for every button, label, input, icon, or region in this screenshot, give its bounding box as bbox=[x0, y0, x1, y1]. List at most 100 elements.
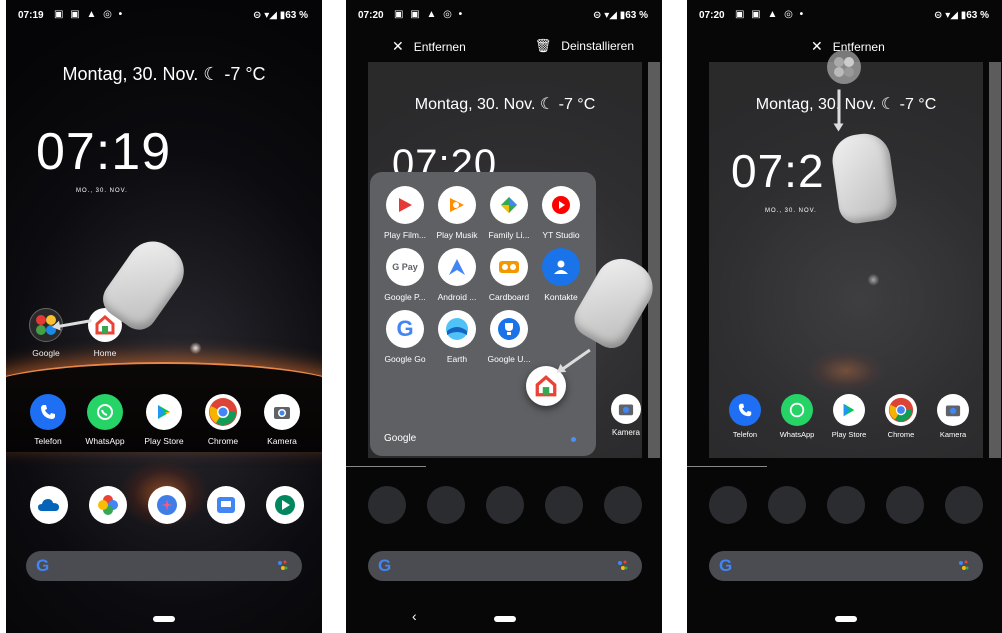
google-pay-icon: G Pay bbox=[386, 248, 424, 286]
google-g-icon: G bbox=[378, 556, 392, 575]
page-indicator-line bbox=[687, 466, 767, 467]
bixby-icon[interactable] bbox=[148, 486, 186, 524]
empty-dock-slot[interactable] bbox=[886, 486, 924, 524]
earth-icon bbox=[438, 310, 476, 348]
play-movies-icon bbox=[386, 186, 424, 224]
status-time: 07:20 bbox=[358, 10, 384, 21]
dock-app-play-store[interactable]: Play Store bbox=[134, 394, 194, 446]
status-bar: 07:19 ▣ ▣ ▲ ◎ • ⊝ ▾◢ ▮63 % bbox=[6, 0, 322, 30]
dock-app-chrome[interactable]: Chrome bbox=[193, 394, 253, 446]
clock-date: MO., 30. NOV. bbox=[765, 208, 817, 214]
dock-app-kamera[interactable]: Kamera bbox=[923, 394, 983, 439]
dock-app-telefon[interactable]: Telefon bbox=[715, 394, 775, 439]
cardboard-icon bbox=[490, 248, 528, 286]
app-label: Kamera bbox=[939, 430, 967, 439]
dock-app-telefon[interactable]: Telefon bbox=[18, 394, 78, 446]
google-photos-icon[interactable] bbox=[89, 486, 127, 524]
empty-dock-slot[interactable] bbox=[709, 486, 747, 524]
camera-icon bbox=[611, 394, 641, 424]
whatsapp-icon bbox=[781, 394, 813, 426]
empty-dock-slot[interactable] bbox=[486, 486, 524, 524]
dragged-folder-icon[interactable] bbox=[827, 50, 861, 84]
status-time: 07:20 bbox=[699, 10, 725, 21]
chrome-icon bbox=[885, 394, 917, 426]
app-label: Play Store bbox=[144, 436, 184, 446]
google-folder[interactable]: Google bbox=[15, 308, 77, 358]
next-page-edge bbox=[989, 62, 1001, 458]
app-label: Kamera bbox=[611, 428, 640, 437]
home-screen-panel-3: 07:20 ▣ ▣ ▲ ◎ • ⊝ ▾◢ ▮63 % ✕ Entfernen Mo… bbox=[687, 0, 1002, 633]
date-weather-widget: Montag, 30. Nov. ☾ -7 °C bbox=[414, 96, 596, 113]
google-g-icon: G bbox=[36, 556, 50, 575]
page-indicator-line bbox=[346, 466, 426, 467]
folder-label: Google bbox=[32, 348, 60, 358]
empty-dock-slot[interactable] bbox=[368, 486, 406, 524]
uninstall-label: Deinstallieren bbox=[561, 39, 634, 53]
folder-name[interactable]: Google bbox=[384, 433, 416, 444]
google-search-bar[interactable]: G bbox=[368, 551, 642, 581]
app-label: Play Store bbox=[831, 430, 867, 439]
close-icon: ✕ bbox=[811, 38, 823, 54]
app-label: YT Studio bbox=[542, 230, 580, 240]
google-search-bar[interactable]: G bbox=[709, 551, 983, 581]
remove-label: Entfernen bbox=[413, 40, 466, 54]
home-screen-panel-2: 07:20 ▣ ▣ ▲ ◎ • ⊝ ▾◢ ▮63 % ✕ Entfernen 🗑 D… bbox=[346, 0, 662, 633]
dock-app-whatsapp[interactable]: WhatsApp bbox=[767, 394, 827, 439]
clock-widget: 07:2 bbox=[731, 145, 825, 197]
play-games-icon[interactable] bbox=[266, 486, 304, 524]
folder-page-indicator bbox=[571, 437, 576, 442]
play-music-icon bbox=[438, 186, 476, 224]
home-nav-pill[interactable] bbox=[153, 616, 175, 622]
dock-app-play-store[interactable]: Play Store bbox=[819, 394, 879, 439]
yt-studio-icon bbox=[542, 186, 580, 224]
chrome-icon bbox=[205, 394, 241, 430]
empty-dock-slot[interactable] bbox=[945, 486, 983, 524]
dock-app-kamera[interactable]: Kamera bbox=[252, 394, 312, 446]
folder-app-yt-studio[interactable]: YT Studio bbox=[530, 186, 592, 240]
assistant-icon[interactable] bbox=[618, 560, 628, 572]
slides-icon[interactable] bbox=[207, 486, 245, 524]
open-folder-google: Play Film... Play Musik Family Li... YT … bbox=[370, 172, 596, 456]
date-weather-widget: Montag, 30. Nov. ☾ -7 °C bbox=[755, 96, 937, 113]
home-page-preview: Montag, 30. Nov. ☾ -7 °C 07:2 MO., 30. N… bbox=[709, 62, 983, 458]
empty-dock-slot[interactable] bbox=[827, 486, 865, 524]
empty-dock-slot[interactable] bbox=[545, 486, 583, 524]
dock-app-whatsapp[interactable]: WhatsApp bbox=[75, 394, 135, 446]
google-go-icon: G bbox=[386, 310, 424, 348]
home-nav-pill[interactable] bbox=[494, 616, 516, 622]
assistant-icon[interactable] bbox=[278, 560, 288, 572]
dock-app-chrome[interactable]: Chrome bbox=[871, 394, 931, 439]
back-button[interactable]: ‹ bbox=[412, 608, 417, 624]
google-search-bar[interactable]: G bbox=[26, 551, 302, 581]
home-nav-pill[interactable] bbox=[835, 616, 857, 622]
phone-icon bbox=[729, 394, 761, 426]
app-label: Kamera bbox=[267, 436, 297, 446]
date-weather-widget[interactable]: Montag, 30. Nov. ☾ -7 °C bbox=[6, 64, 322, 85]
phone-icon bbox=[30, 394, 66, 430]
app-label: Chrome bbox=[207, 436, 239, 446]
uninstall-target[interactable]: 🗑 Deinstallieren bbox=[535, 38, 634, 54]
app-label: Google U... bbox=[487, 354, 531, 364]
onedrive-icon[interactable] bbox=[30, 486, 68, 524]
folder-app-google-unlocked[interactable]: Google U... bbox=[478, 310, 540, 364]
camera-icon bbox=[937, 394, 969, 426]
system-icons: ⊝ ▾◢ ▮63 % bbox=[593, 10, 648, 21]
empty-dock-slot[interactable] bbox=[427, 486, 465, 524]
dock-app-kamera[interactable]: Kamera bbox=[596, 394, 656, 437]
play-store-icon bbox=[146, 394, 182, 430]
remove-target[interactable]: ✕ Entfernen bbox=[392, 38, 466, 55]
notification-icons: ▣ ▣ ▲ ◎ • bbox=[735, 9, 806, 20]
status-bar: 07:20 ▣ ▣ ▲ ◎ • ⊝ ▾◢ ▮63 % bbox=[687, 0, 1002, 30]
app-label: WhatsApp bbox=[779, 430, 815, 439]
clock-widget[interactable]: 07:19 bbox=[36, 122, 171, 182]
system-icons: ⊝ ▾◢ ▮63 % bbox=[253, 10, 308, 21]
trash-icon: 🗑 bbox=[534, 38, 552, 53]
assistant-icon[interactable] bbox=[959, 560, 969, 572]
contacts-icon bbox=[542, 248, 580, 286]
system-icons: ⊝ ▾◢ ▮63 % bbox=[934, 10, 989, 21]
family-link-icon bbox=[490, 186, 528, 224]
empty-dock-slot[interactable] bbox=[768, 486, 806, 524]
empty-dock-slot[interactable] bbox=[604, 486, 642, 524]
trophy-icon bbox=[490, 310, 528, 348]
folder-app-kontakte[interactable]: Kontakte bbox=[530, 248, 592, 302]
